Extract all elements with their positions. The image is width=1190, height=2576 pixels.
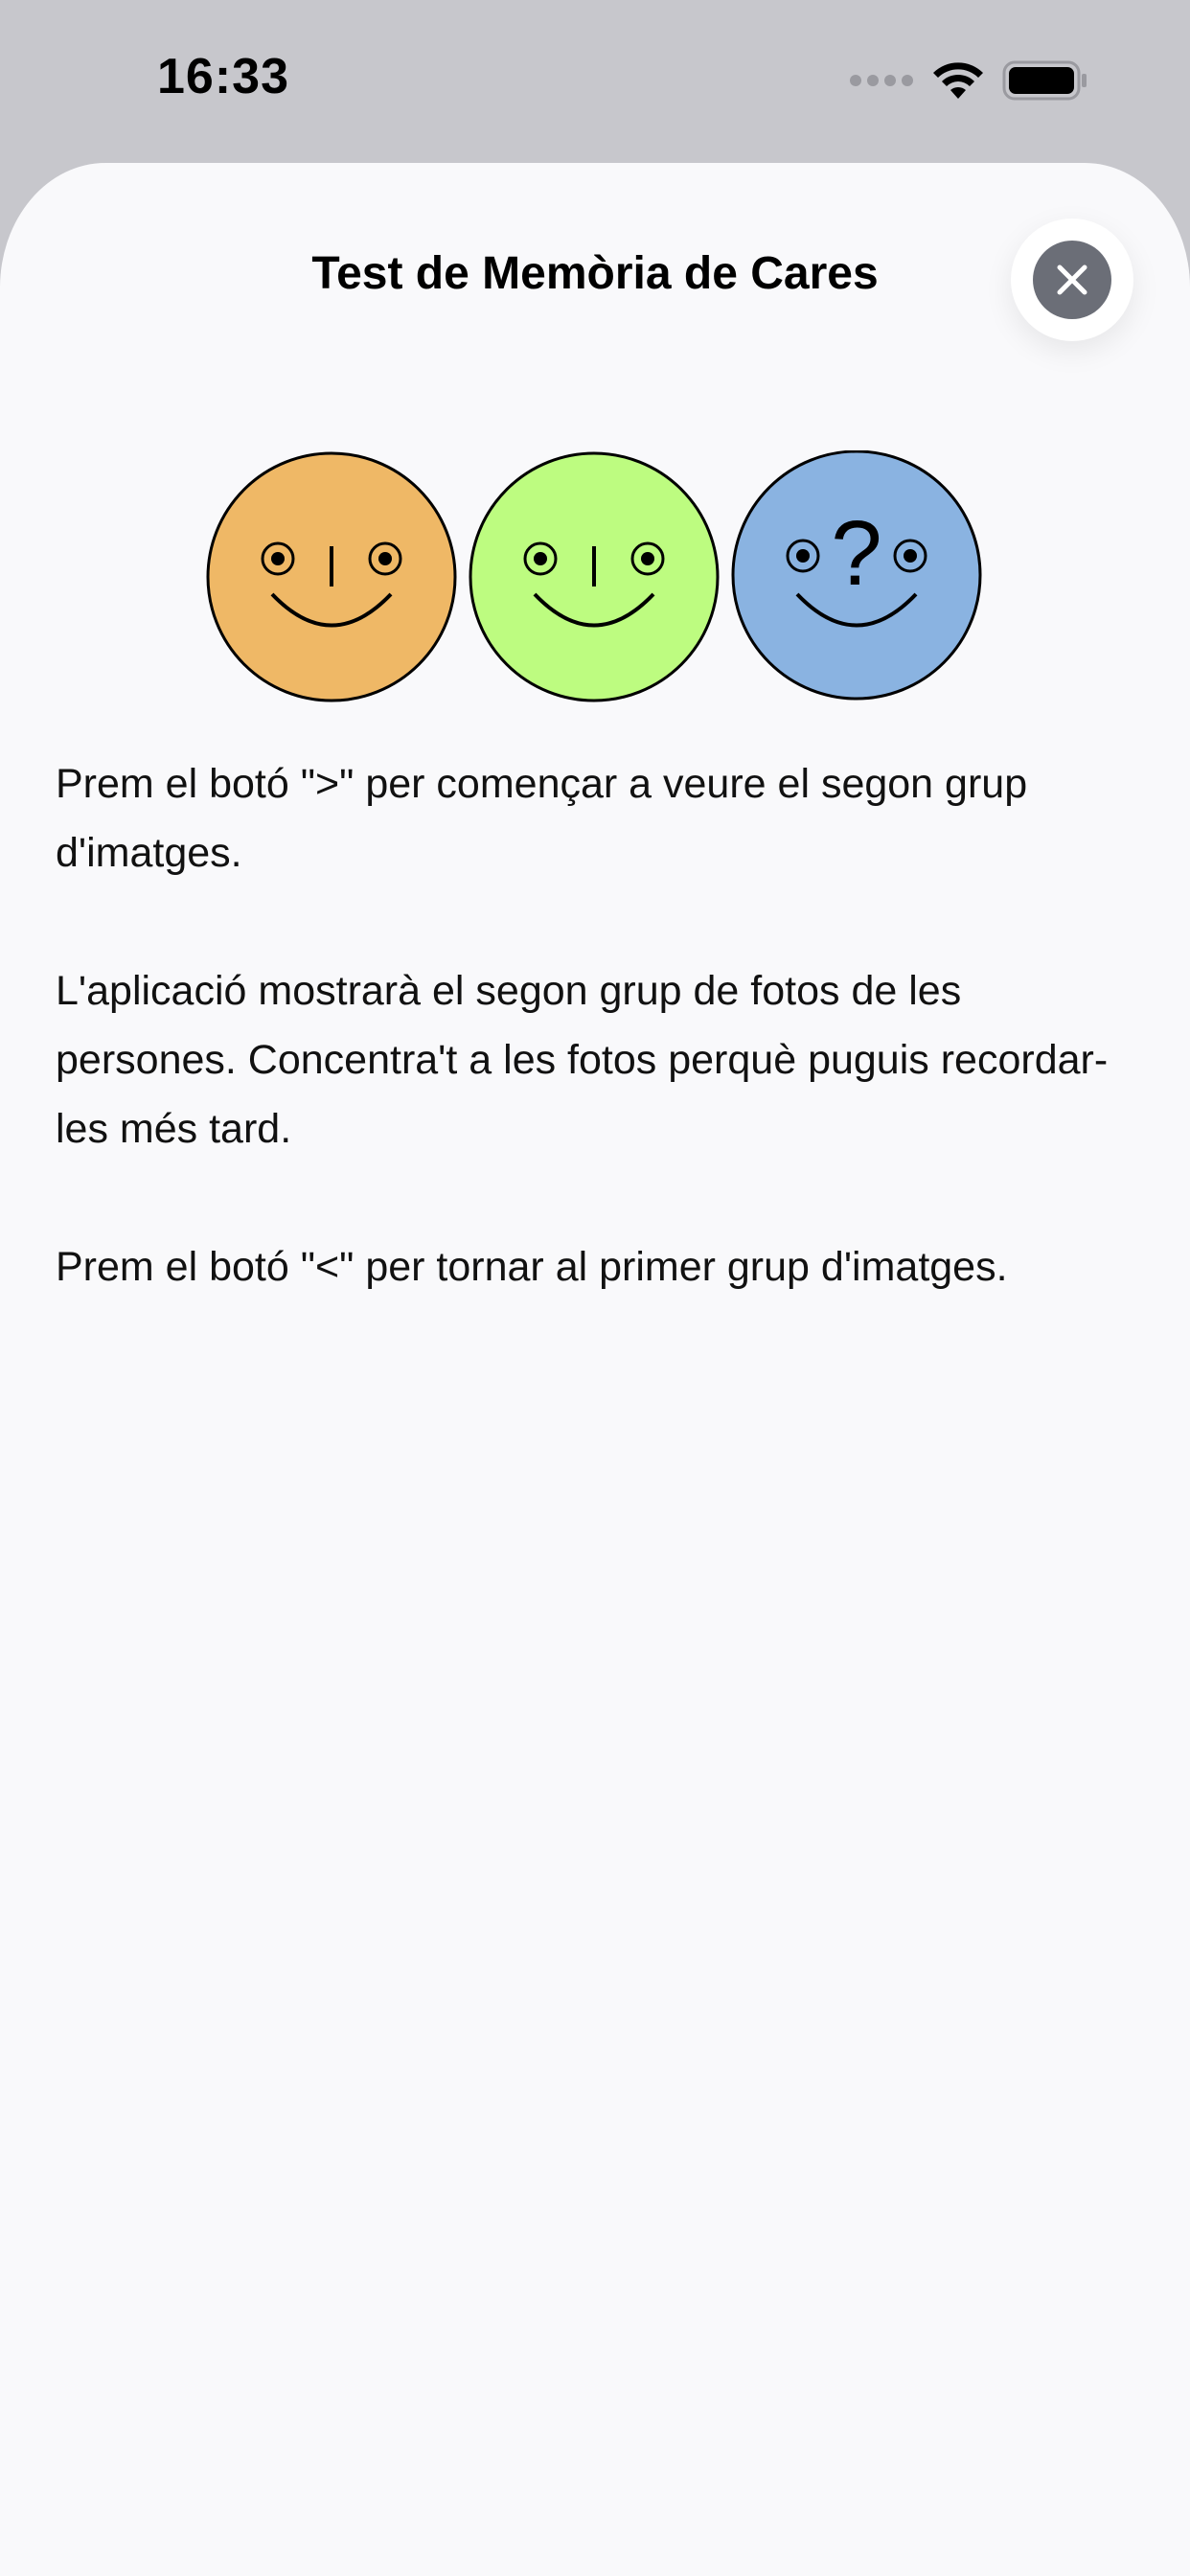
status-time: 16:33 (157, 49, 289, 104)
question-mark: ? (831, 502, 881, 605)
close-button-container (1011, 218, 1133, 341)
status-bar: 16:33 (0, 0, 1190, 163)
modal-sheet: Test de Memòria de Cares ? Prem el botó … (0, 163, 1190, 2576)
instruction-focus: L'aplicació mostrarà el segon grup de fo… (56, 968, 1109, 1152)
instruction-next: Prem el botó ">" per començar a veure el… (56, 761, 1028, 876)
face-orange (206, 451, 457, 702)
close-icon (1057, 264, 1087, 295)
status-icons (849, 54, 1088, 107)
wifi-icon (933, 62, 983, 99)
close-button[interactable] (1033, 241, 1111, 319)
instruction-back: Prem el botó "<" per tornar al primer gr… (56, 1244, 1008, 1290)
face-blue: ? (731, 450, 982, 701)
battery-icon (1002, 60, 1087, 101)
face-green (469, 451, 720, 702)
signal-dots-icon (850, 75, 913, 86)
faces-illustration: ? (206, 450, 982, 702)
instructions: Prem el botó ">" per començar a veure el… (56, 749, 1129, 1370)
